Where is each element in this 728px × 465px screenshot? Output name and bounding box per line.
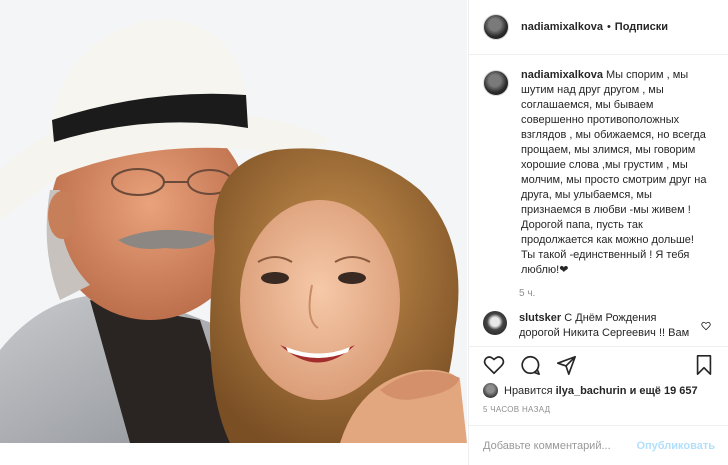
likes-count[interactable]: и ещё 19 657 — [630, 385, 698, 397]
comment-item: slutsker С Днём Рождения дорогой Никита … — [469, 311, 728, 344]
author-avatar[interactable] — [483, 14, 509, 40]
photo-footer-gap — [0, 443, 467, 465]
commenter-username[interactable]: slutsker — [519, 312, 561, 324]
post-timestamp[interactable]: 5 ЧАСОВ НАЗАД — [483, 405, 550, 414]
likes-prefix: Нравится — [504, 384, 553, 397]
comment-like-heart-icon[interactable] — [701, 321, 711, 334]
heart-icon[interactable] — [483, 354, 505, 376]
share-icon[interactable] — [555, 354, 577, 376]
comment-body: slutsker С Днём Рождения дорогой Никита … — [519, 311, 699, 344]
caption-author-avatar[interactable] — [483, 70, 509, 96]
add-comment-bar: Добавьте комментарий... Опубликовать — [469, 425, 728, 465]
bookmark-icon[interactable] — [693, 354, 715, 376]
commenter-avatar[interactable] — [483, 311, 507, 335]
comment-icon[interactable] — [519, 354, 541, 376]
post-action-bar — [469, 346, 728, 383]
add-comment-input[interactable]: Добавьте комментарий... — [483, 440, 611, 452]
comments-list[interactable]: nadiamixalkova Мы спорим , мы шутим над … — [469, 68, 728, 344]
post-header: nadiamixalkova • Подписки — [469, 0, 728, 55]
caption-author-username[interactable]: nadiamixalkova — [521, 69, 603, 81]
post-photo[interactable] — [0, 0, 467, 443]
post-details-panel: nadiamixalkova • Подписки nadiamixalkova… — [468, 0, 728, 465]
instagram-post-view: nadiamixalkova • Подписки nadiamixalkova… — [0, 0, 728, 465]
likes-summary: Нравится ilya_bachurin и ещё 19 657 — [483, 383, 698, 398]
post-caption: nadiamixalkova Мы спорим , мы шутим над … — [469, 68, 728, 278]
liker-username[interactable]: ilya_bachurin — [556, 385, 627, 397]
following-button[interactable]: Подписки — [615, 21, 668, 33]
caption-body: nadiamixalkova Мы спорим , мы шутим над … — [521, 68, 711, 278]
header-separator: • — [606, 21, 611, 33]
publish-button[interactable]: Опубликовать — [636, 440, 715, 452]
photo-illustration — [0, 0, 467, 443]
liker-avatar[interactable] — [483, 383, 498, 398]
author-username[interactable]: nadiamixalkova — [521, 21, 603, 33]
caption-timestamp[interactable]: 5 ч. — [519, 288, 728, 299]
caption-text: Мы спорим , мы шутим над друг другом , м… — [521, 69, 707, 276]
